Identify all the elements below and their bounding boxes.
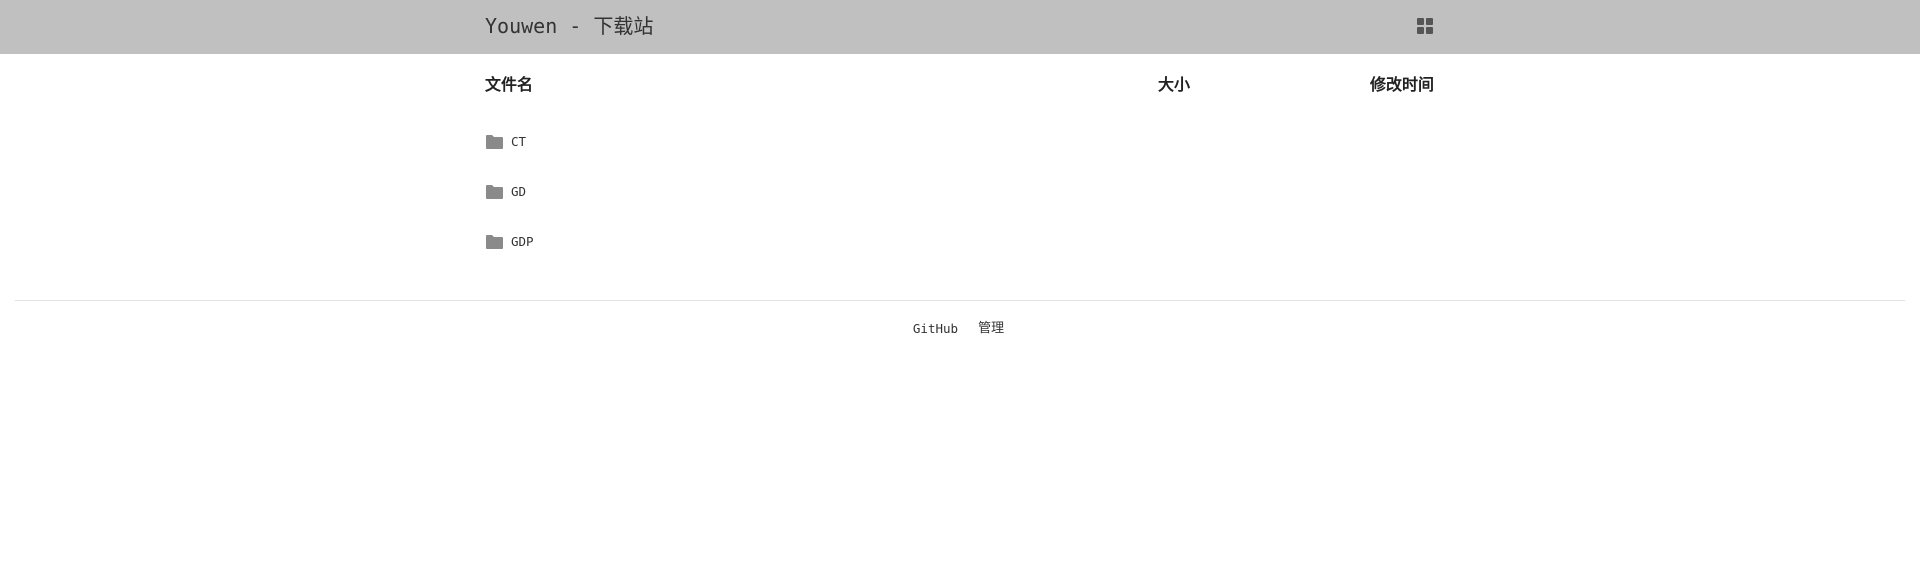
file-name: CT bbox=[511, 134, 527, 149]
site-title[interactable]: Youwen - 下载站 bbox=[485, 13, 653, 39]
footer: GitHub 管理 bbox=[0, 319, 1920, 340]
admin-link[interactable]: 管理 bbox=[978, 319, 1004, 339]
file-list: CT GD GDP bbox=[485, 126, 1435, 276]
folder-icon bbox=[485, 234, 504, 250]
table-row: GD bbox=[485, 176, 1435, 226]
folder-link-gd[interactable]: GD bbox=[485, 182, 526, 202]
file-name: GDP bbox=[511, 234, 534, 249]
table-row: CT bbox=[485, 126, 1435, 176]
folder-icon bbox=[485, 184, 504, 200]
folder-link-ct[interactable]: CT bbox=[485, 132, 526, 152]
folder-icon bbox=[485, 134, 504, 150]
column-header-name[interactable]: 文件名 bbox=[485, 73, 533, 97]
table-row: GDP bbox=[485, 226, 1435, 276]
github-link[interactable]: GitHub bbox=[913, 319, 958, 339]
header-bar: Youwen - 下载站 bbox=[0, 0, 1920, 54]
footer-divider bbox=[15, 300, 1905, 301]
column-header-size[interactable]: 大小 bbox=[1158, 73, 1190, 97]
column-header-modified[interactable]: 修改时间 bbox=[1370, 73, 1434, 97]
file-name: GD bbox=[511, 184, 527, 199]
grid-icon[interactable] bbox=[1417, 18, 1433, 34]
folder-link-gdp[interactable]: GDP bbox=[485, 232, 534, 252]
